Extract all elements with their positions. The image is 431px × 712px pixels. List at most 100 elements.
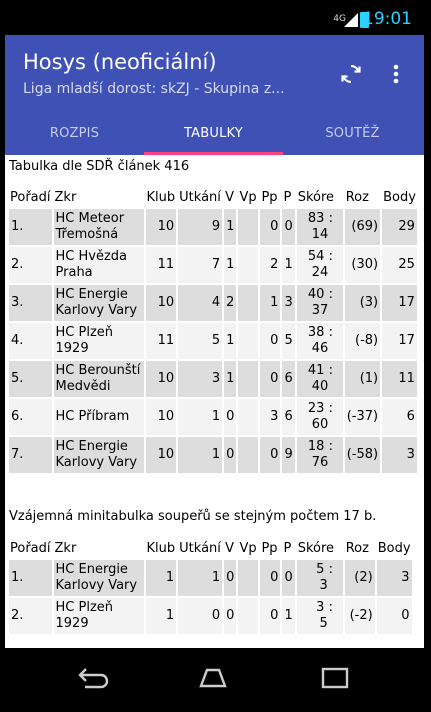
column-header: Zkr	[54, 189, 77, 205]
goals-for: 41	[307, 363, 325, 378]
table-header: Pořadí Zkr Klub Utkání V Vp Pp P Skóre Roz Body	[9, 187, 417, 207]
losses-cell: 5	[282, 323, 295, 359]
club-cell: 10	[145, 285, 177, 321]
ot-losses-cell: 0	[260, 560, 281, 596]
score-separator: :	[324, 363, 333, 378]
ot-wins-cell	[238, 560, 259, 596]
difference-cell: (2)	[344, 560, 375, 596]
table-row[interactable]: 3. HC Energie Karlovy Vary 10 4 2 1 3 40 : 37 (3…	[9, 285, 417, 321]
ot-wins-cell	[238, 209, 259, 245]
ot-wins-cell	[238, 399, 259, 435]
wins-cell: 1	[224, 209, 237, 245]
team-cell: HC Energie Karlovy Vary	[53, 560, 144, 596]
back-icon[interactable]	[73, 666, 113, 690]
standings-table: Pořadí Zkr Klub Utkání V Vp Pp P Skóre Roz Body 1. H…	[7, 185, 419, 475]
matches-cell: 3	[178, 361, 223, 397]
column-header: V	[225, 189, 235, 205]
score-separator: :	[324, 439, 333, 454]
table-row[interactable]: 5. HC Berounští Medvědi 10 3 1 0 6 41 : 40 (1) 11	[9, 361, 417, 397]
ot-wins-cell	[238, 598, 259, 634]
wins-cell: 0	[224, 560, 237, 596]
tab-tabulky[interactable]: TABULKY	[144, 113, 283, 155]
ot-losses-cell: 1	[260, 285, 281, 321]
refresh-icon[interactable]	[339, 62, 363, 86]
column-header: Pp	[261, 189, 278, 205]
table-row[interactable]: 2. HC Plzeň 1929 1 0 0 0 1 3 : 5 (-2) 0	[9, 598, 412, 634]
team-cell: HC Plzeň 1929	[53, 598, 144, 634]
score-separator: :	[324, 325, 333, 340]
difference-cell: (-2)	[344, 598, 375, 634]
column-header: P	[283, 189, 292, 205]
tab-bar: ROZPIS TABULKY SOUTĚŽ	[5, 113, 424, 155]
table-row[interactable]: 7. HC Energie Karlovy Vary 10 1 0 0 9 18 : 76 (-…	[9, 437, 417, 473]
content-area[interactable]: Tabulka dle SDŘ článek 416 Pořadí Zkr Klub…	[5, 155, 424, 648]
table-row[interactable]: 1. HC Meteor Třemošná 10 9 1 0 0 83 : 14 (69) 29	[9, 209, 417, 245]
losses-cell: 6	[282, 361, 295, 397]
position-cell: 2.	[9, 247, 52, 283]
table-header: Pořadí Zkr Klub Utkání V Vp Pp P Skóre Roz Body	[9, 538, 412, 558]
goals-against: 3	[319, 578, 328, 593]
column-header: Skóre	[297, 189, 335, 205]
matches-cell: 7	[178, 247, 223, 283]
difference-cell: (-58)	[344, 437, 381, 473]
goals-against: 40	[311, 379, 329, 394]
ot-losses-cell: 0	[260, 437, 281, 473]
position-cell: 3.	[9, 285, 52, 321]
goals-for: 5	[316, 562, 325, 577]
goals-against: 24	[311, 265, 329, 280]
position-cell: 1.	[9, 560, 52, 596]
losses-cell: 9	[282, 437, 295, 473]
goals-against: 37	[311, 303, 329, 318]
score-cell: 5 : 3	[296, 560, 343, 596]
recents-icon[interactable]	[315, 666, 355, 690]
matches-cell: 0	[178, 598, 223, 634]
wins-cell: 2	[224, 285, 237, 321]
column-header: Body	[377, 540, 411, 556]
matches-cell: 1	[178, 560, 223, 596]
score-cell: 54 : 24	[296, 247, 343, 283]
matches-cell: 9	[178, 209, 223, 245]
minitable: Pořadí Zkr Klub Utkání V Vp Pp P Skóre Roz Body 1. H…	[7, 536, 414, 636]
losses-cell: 0	[282, 560, 295, 596]
score-cell: 40 : 37	[296, 285, 343, 321]
difference-cell: (-8)	[344, 323, 381, 359]
position-cell: 5.	[9, 361, 52, 397]
home-icon[interactable]	[193, 666, 233, 690]
position-cell: 2.	[9, 598, 52, 634]
team-cell: HC Příbram	[53, 399, 144, 435]
wins-cell: 0	[224, 399, 237, 435]
club-cell: 10	[145, 399, 177, 435]
ot-wins-cell	[238, 285, 259, 321]
more-vert-icon[interactable]	[390, 62, 402, 86]
column-header: Roz	[345, 540, 369, 556]
tab-rozpis[interactable]: ROZPIS	[5, 113, 144, 155]
team-cell: HC Energie Karlovy Vary	[53, 285, 144, 321]
ot-wins-cell	[238, 361, 259, 397]
club-cell: 10	[145, 437, 177, 473]
column-header: Utkání	[179, 540, 221, 556]
club-cell: 10	[145, 361, 177, 397]
wins-cell: 1	[224, 247, 237, 283]
goals-for: 18	[307, 439, 325, 454]
clock: 19:01	[363, 9, 412, 29]
position-cell: 6.	[9, 399, 52, 435]
goals-for: 38	[307, 325, 325, 340]
table-row[interactable]: 6. HC Příbram 10 1 0 3 6 23 : 60 (-37) 6	[9, 399, 417, 435]
column-header: Body	[383, 189, 416, 205]
tab-soutez[interactable]: SOUTĚŽ	[283, 113, 422, 155]
matches-cell: 1	[178, 437, 223, 473]
wins-cell: 0	[224, 437, 237, 473]
goals-for: 3	[316, 600, 325, 615]
ot-losses-cell: 0	[260, 361, 281, 397]
points-cell: 3	[382, 437, 417, 473]
club-cell: 11	[145, 323, 177, 359]
score-separator: :	[324, 211, 333, 226]
table-row[interactable]: 2. HC Hvězda Praha 11 7 1 2 1 54 : 24 (30) 25	[9, 247, 417, 283]
losses-cell: 1	[282, 598, 295, 634]
wins-cell: 1	[224, 323, 237, 359]
table-row[interactable]: 4. HC Plzeň 1929 11 5 1 0 5 38 : 46 (-8) 17	[9, 323, 417, 359]
table-row[interactable]: 1. HC Energie Karlovy Vary 1 1 0 0 0 5 : 3 (2) 3	[9, 560, 412, 596]
position-cell: 4.	[9, 323, 52, 359]
wins-cell: 1	[224, 361, 237, 397]
goals-against: 60	[311, 417, 329, 432]
